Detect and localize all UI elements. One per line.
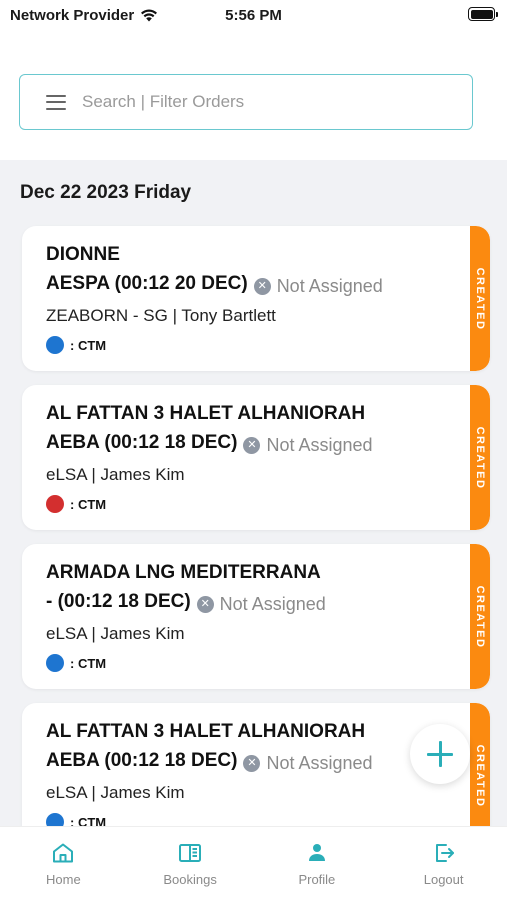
close-circle-icon: ✕ [243,437,261,454]
type-dot-icon [46,813,64,826]
book-icon [179,844,202,862]
tab-bookings[interactable]: Bookings [127,827,254,900]
order-subtitle: eLSA | James Kim [46,783,185,802]
order-title: DIONNE AESPA (00:12 20 DEC) ✕ Not Assigned [46,240,460,301]
order-type: : CTM [46,336,460,354]
wifi-icon [141,9,158,22]
order-card[interactable]: DIONNE AESPA (00:12 20 DEC) ✕ Not Assigned… [22,226,490,371]
close-circle-icon: ✕ [243,755,261,772]
order-card[interactable]: AL FATTAN 3 HALET ALHANIORAH AEBA (00:12… [22,385,490,530]
order-title: AL FATTAN 3 HALET ALHANIORAH AEBA (00:12… [46,717,460,778]
status-ribbon: CREATED [470,703,490,826]
menu-icon[interactable] [46,94,66,110]
date-header: Dec 22 2023 Friday [20,182,192,203]
order-title: AL FATTAN 3 HALET ALHANIORAH AEBA (00:12… [46,399,460,460]
type-dot-icon [46,336,64,354]
order-subtitle: eLSA | James Kim [46,624,185,643]
search-input[interactable] [82,92,422,112]
tab-logout[interactable]: Logout [380,827,507,900]
tab-label: Profile [298,872,336,887]
tab-label: Home [46,872,81,887]
status-ribbon: CREATED [470,385,490,530]
type-dot-icon [46,654,64,672]
search-bar [19,74,473,130]
home-icon [53,843,74,863]
close-circle-icon: ✕ [196,596,214,613]
logout-icon [435,844,454,862]
person-icon [308,844,325,861]
assignment-status: ✕ Not Assigned [196,590,326,619]
status-bar: Network Provider 5:56 PM [0,0,507,30]
status-ribbon: CREATED [470,544,490,689]
order-type: : CTM [46,654,460,672]
order-title: ARMADA LNG MEDITERRANA - (00:12 18 DEC) ✕… [46,558,460,619]
type-dot-icon [46,495,64,513]
assignment-status: ✕ Not Assigned [253,272,383,301]
add-order-button[interactable] [410,724,470,784]
battery-icon [468,7,498,21]
tab-profile[interactable]: Profile [254,827,381,900]
tab-label: Logout [423,872,464,887]
close-circle-icon: ✕ [253,278,271,295]
order-subtitle: eLSA | James Kim [46,465,185,484]
order-type: : CTM [46,813,460,826]
tab-label: Bookings [163,872,217,887]
assignment-status: ✕ Not Assigned [243,749,373,778]
bottom-tab-bar: Home Bookings Profile Logout [0,826,507,900]
status-ribbon: CREATED [470,226,490,371]
order-subtitle: ZEABORN - SG | Tony Bartlett [46,306,276,325]
assignment-status: ✕ Not Assigned [243,431,373,460]
order-type: : CTM [46,495,460,513]
tab-home[interactable]: Home [0,827,127,900]
order-card[interactable]: ARMADA LNG MEDITERRANA - (00:12 18 DEC) ✕… [22,544,490,689]
carrier-name: Network Provider [10,6,135,24]
plus-icon [427,741,453,767]
